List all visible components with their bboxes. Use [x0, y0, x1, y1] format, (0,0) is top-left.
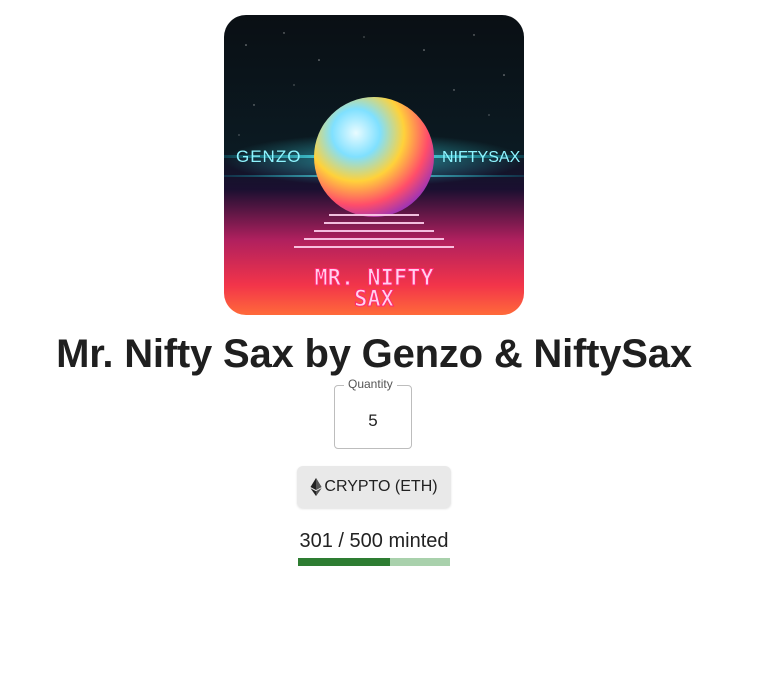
mint-progress-fill [298, 558, 390, 566]
pay-button-label: CRYPTO (ETH) [324, 478, 438, 495]
svg-text:GENZO: GENZO [236, 147, 301, 166]
mint-progress-bar [298, 558, 450, 566]
quantity-field: Quantity [334, 377, 412, 449]
mint-page: GENZO NIFTYSAX MR. NIFTY SAX Mr. Nifty S… [0, 0, 774, 697]
pay-with-crypto-button[interactable]: CRYPTO (ETH) [297, 466, 451, 508]
nft-artwork-image: GENZO NIFTYSAX MR. NIFTY SAX [224, 15, 524, 315]
quantity-label: Quantity [344, 377, 397, 392]
svg-text:NIFTYSAX: NIFTYSAX [442, 149, 521, 166]
svg-text:SAX: SAX [354, 287, 394, 312]
page-title: Mr. Nifty Sax by Genzo & NiftySax [56, 332, 692, 376]
quantity-input[interactable] [335, 404, 411, 438]
ethereum-icon [310, 478, 322, 496]
minted-count: 301 / 500 minted [299, 530, 449, 552]
